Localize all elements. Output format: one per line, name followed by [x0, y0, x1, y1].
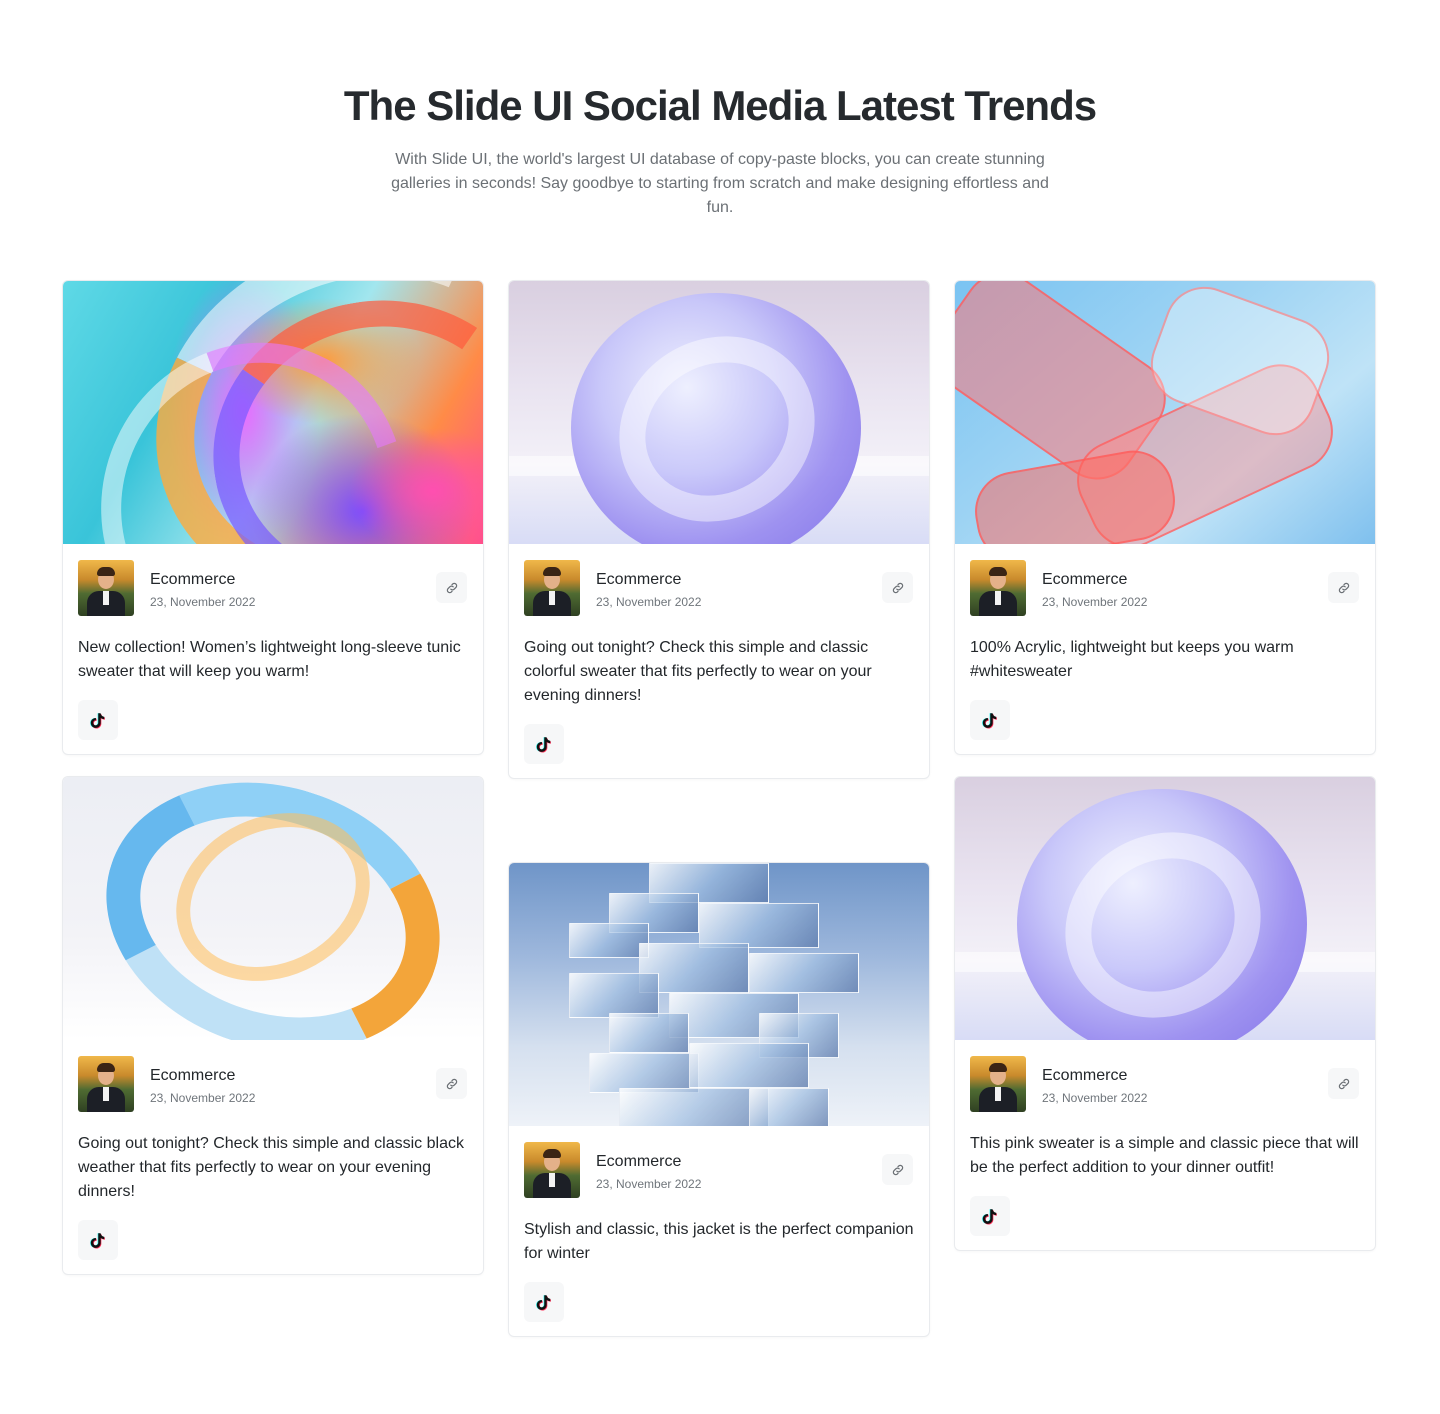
tiktok-icon [982, 712, 997, 729]
post-image [63, 281, 483, 544]
post-date: 23, November 2022 [1042, 595, 1148, 609]
post-date: 23, November 2022 [1042, 1091, 1148, 1105]
post-image [509, 281, 929, 544]
post-author: Ecommerce 23, November 2022 [78, 1056, 468, 1112]
post-author: Ecommerce 23, November 2022 [78, 560, 468, 616]
post-text: 100% Acrylic, lightweight but keeps you … [970, 639, 1294, 680]
post-text: This pink sweater is a simple and classi… [970, 1135, 1359, 1176]
tiktok-icon [536, 736, 551, 753]
post-date: 23, November 2022 [150, 595, 256, 609]
author-name[interactable]: Ecommerce [1042, 570, 1147, 590]
tiktok-button[interactable] [524, 1282, 564, 1322]
page-title: The Slide UI Social Media Latest Trends [343, 82, 1097, 129]
post-author: Ecommerce 23, November 2022 [524, 560, 914, 616]
tiktok-icon [90, 1232, 105, 1249]
tiktok-button[interactable] [970, 700, 1010, 740]
page-header: The Slide UI Social Media Latest Trends … [0, 80, 1440, 220]
post-author: Ecommerce 23, November 2022 [970, 1056, 1360, 1112]
post-date: 23, November 2022 [596, 1177, 702, 1191]
post-text: Going out tonight? Check this simple and… [524, 639, 872, 704]
tiktok-icon [536, 1294, 551, 1311]
post-image [955, 777, 1375, 1040]
avatar[interactable] [524, 1142, 580, 1198]
copy-link-button[interactable] [1328, 572, 1359, 603]
post-text: New collection! Women’s lightweight long… [78, 639, 461, 680]
author-name[interactable]: Ecommerce [150, 570, 255, 590]
tiktok-button[interactable] [970, 1196, 1010, 1236]
link-icon [1338, 582, 1349, 593]
author-name[interactable]: Ecommerce [596, 1152, 701, 1172]
tiktok-button[interactable] [524, 724, 564, 764]
post-card: Ecommerce 23, November 2022 Going out to… [508, 280, 930, 779]
post-card: Ecommerce 23, November 2022 This pink sw… [954, 776, 1376, 1251]
author-name[interactable]: Ecommerce [150, 1066, 255, 1086]
post-text: Going out tonight? Check this simple and… [78, 1135, 464, 1200]
avatar[interactable] [970, 560, 1026, 616]
tiktok-icon [90, 712, 105, 729]
link-icon [446, 1078, 457, 1089]
copy-link-button[interactable] [1328, 1068, 1359, 1099]
copy-link-button[interactable] [436, 572, 467, 603]
copy-link-button[interactable] [882, 1154, 913, 1185]
avatar[interactable] [78, 1056, 134, 1112]
copy-link-button[interactable] [436, 1068, 467, 1099]
link-icon [892, 1164, 903, 1175]
post-author: Ecommerce 23, November 2022 [970, 560, 1360, 616]
tiktok-button[interactable] [78, 1220, 118, 1260]
post-author: Ecommerce 23, November 2022 [524, 1142, 914, 1198]
post-card: Ecommerce 23, November 2022 Stylish and … [508, 862, 930, 1337]
post-text: Stylish and classic, this jacket is the … [524, 1221, 914, 1262]
tiktok-button[interactable] [78, 700, 118, 740]
page-subtitle: With Slide UI, the world's largest UI da… [391, 151, 1049, 216]
avatar[interactable] [524, 560, 580, 616]
copy-link-button[interactable] [882, 572, 913, 603]
post-image [63, 777, 483, 1040]
post-card: Ecommerce 23, November 2022 New collecti… [62, 280, 484, 755]
post-date: 23, November 2022 [596, 595, 702, 609]
post-image [509, 863, 929, 1126]
author-name[interactable]: Ecommerce [596, 570, 701, 590]
post-card: Ecommerce 23, November 2022 Going out to… [62, 776, 484, 1275]
tiktok-icon [982, 1208, 997, 1225]
post-image [955, 281, 1375, 544]
post-card: Ecommerce 23, November 2022 100% Acrylic… [954, 280, 1376, 755]
avatar[interactable] [78, 560, 134, 616]
avatar[interactable] [970, 1056, 1026, 1112]
author-name[interactable]: Ecommerce [1042, 1066, 1147, 1086]
post-date: 23, November 2022 [150, 1091, 256, 1105]
link-icon [892, 582, 903, 593]
link-icon [1338, 1078, 1349, 1089]
link-icon [446, 582, 457, 593]
